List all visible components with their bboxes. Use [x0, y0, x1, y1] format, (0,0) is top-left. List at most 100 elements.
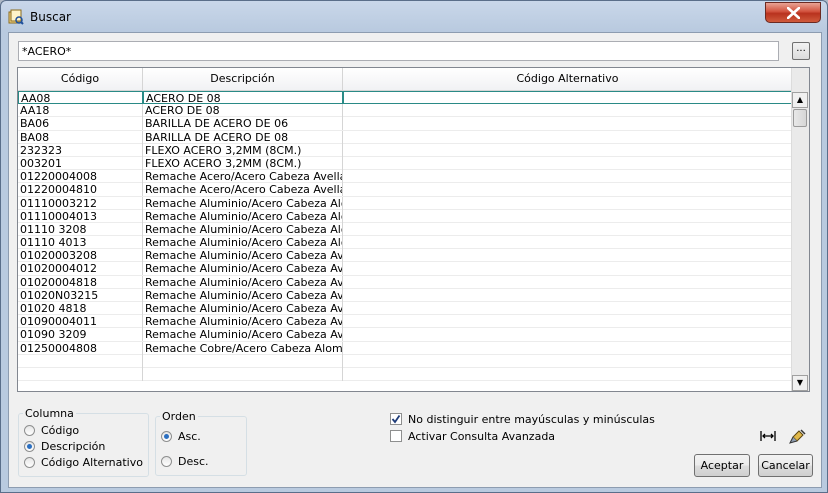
radio-indicator-codigo-alternativo[interactable] — [24, 457, 35, 468]
radio-desc[interactable]: Desc. — [161, 455, 209, 469]
table-row[interactable]: AA18 ACERO DE 08 — [18, 104, 793, 118]
case-insensitive-option[interactable]: No distinguir entre mayúsculas y minúscu… — [390, 413, 655, 427]
table-row[interactable]: 01220004008 Remache Acero/Acero Cabeza Av… — [18, 170, 793, 184]
cell-codigo-alternativo[interactable] — [343, 196, 793, 210]
cell-codigo-alternativo[interactable] — [343, 367, 793, 381]
radio-codigo-alternativo[interactable]: Código Alternativo — [24, 456, 143, 470]
cell-codigo[interactable]: 003201 — [18, 156, 143, 170]
cell-descripcion[interactable]: FLEXO ACERO 3,2MM (8CM.) — [143, 156, 343, 170]
cell-codigo[interactable]: 01110 4013 — [18, 236, 143, 250]
cell-descripcion[interactable]: FLEXO ACERO 3,2MM (8CM.) — [143, 143, 343, 157]
cell-descripcion[interactable]: Remache Cobre/Acero Cabeza Alomada — [143, 341, 343, 355]
cell-codigo-alternativo[interactable] — [343, 315, 793, 329]
cell-descripcion[interactable]: Remache Aluminio/Acero Cabeza Alomad — [143, 236, 343, 250]
table-row[interactable]: 01090 3209 Remache Aluminio/Acero Cabeza … — [18, 328, 793, 342]
cell-codigo[interactable]: AA18 — [18, 104, 143, 118]
cell-descripcion[interactable]: Remache Aluminio/Acero Cabeza Avellan — [143, 262, 343, 276]
cell-descripcion[interactable]: Remache Aluminio/Acero Cabeza Alomad — [143, 222, 343, 236]
table-row[interactable]: 003201 FLEXO ACERO 3,2MM (8CM.) — [18, 156, 793, 171]
table-row[interactable]: 01250004808 Remache Cobre/Acero Cabeza Al… — [18, 341, 793, 355]
header-codigo[interactable]: Código — [18, 68, 143, 90]
cell-codigo-alternativo[interactable] — [343, 117, 793, 131]
radio-asc[interactable]: Asc. — [161, 430, 201, 444]
table-row[interactable]: 01090004011 Remache Aluminio/Acero Cabeza… — [18, 315, 793, 329]
cell-codigo-alternativo[interactable] — [343, 104, 793, 118]
cell-codigo[interactable]: 01020N03215 — [18, 288, 143, 302]
close-button[interactable] — [765, 2, 821, 23]
advanced-query-checkbox[interactable] — [390, 430, 402, 442]
cell-codigo[interactable]: 01110004013 — [18, 209, 143, 223]
cell-codigo-alternativo[interactable] — [343, 143, 793, 157]
cell-codigo[interactable]: 01090004011 — [18, 315, 143, 329]
cell-descripcion[interactable]: Remache Aluminio/Acero Cabeza Alomad — [143, 209, 343, 223]
table-row[interactable]: 01220004810 Remache Acero/Acero Cabeza Av… — [18, 183, 793, 197]
cell-codigo[interactable]: BA08 — [18, 130, 143, 144]
cell-descripcion[interactable]: Remache Aluminio/Acero Cabeza Avellan — [143, 315, 343, 329]
cell-codigo[interactable]: 01220004810 — [18, 183, 143, 197]
cell-codigo-alternativo[interactable] — [343, 328, 793, 342]
cell-codigo[interactable]: 01250004808 — [18, 341, 143, 355]
cell-descripcion[interactable] — [143, 354, 343, 368]
cell-descripcion[interactable]: ACERO DE 08 — [143, 104, 343, 118]
cell-codigo[interactable] — [18, 367, 143, 381]
cell-descripcion[interactable]: Remache Aluminio/Acero Cabeza Avellan — [143, 288, 343, 302]
table-row[interactable]: 01110 4013 Remache Aluminio/Acero Cabeza … — [18, 236, 793, 250]
scroll-up-arrow-icon[interactable]: ▲ — [792, 92, 808, 108]
scroll-thumb[interactable] — [793, 109, 807, 127]
table-row[interactable]: 232323 FLEXO ACERO 3,2MM (8CM.) — [18, 143, 793, 157]
radio-indicator-codigo[interactable] — [24, 425, 35, 436]
table-row[interactable] — [18, 354, 793, 368]
cell-codigo[interactable]: BA06 — [18, 117, 143, 131]
results-grid[interactable]: Código Descripción Código Alternativo AA… — [17, 67, 810, 392]
table-row[interactable]: AA08 ACERO DE 08 — [18, 91, 793, 105]
scroll-down-arrow-icon[interactable]: ▼ — [792, 375, 808, 391]
radio-indicator-asc[interactable] — [161, 431, 172, 442]
case-insensitive-checkbox[interactable] — [390, 413, 402, 425]
cell-codigo-alternativo[interactable] — [343, 288, 793, 302]
cell-codigo[interactable]: 01220004008 — [18, 170, 143, 184]
cell-codigo-alternativo[interactable] — [343, 236, 793, 250]
cell-codigo[interactable]: 01020004012 — [18, 262, 143, 276]
radio-descripcion[interactable]: Descripción — [24, 440, 105, 454]
fit-columns-icon[interactable] — [759, 429, 777, 445]
cell-descripcion[interactable]: Remache Aluminio/Acero Cabeza Avellan — [143, 302, 343, 315]
table-row[interactable]: 01020003208 Remache Aluminio/Acero Cabeza… — [18, 249, 793, 263]
title-bar[interactable]: Buscar — [1, 1, 827, 31]
cell-descripcion[interactable]: Remache Aluminio/Acero Cabeza Alomad — [143, 196, 343, 210]
cell-descripcion[interactable]: ACERO DE 08 — [143, 91, 343, 104]
cell-descripcion[interactable]: Remache Acero/Acero Cabeza Avellanad — [143, 170, 343, 184]
table-row[interactable]: BA06 BARILLA DE ACERO DE 06 — [18, 117, 793, 131]
cell-codigo[interactable]: 01020003208 — [18, 249, 143, 263]
table-row[interactable]: 01020004818 Remache Aluminio/Acero Cabeza… — [18, 275, 793, 289]
cell-codigo-alternativo[interactable] — [343, 302, 793, 315]
cell-codigo[interactable]: 232323 — [18, 143, 143, 157]
table-row[interactable]: 01020N03215 Remache Aluminio/Acero Cabeza… — [18, 288, 793, 302]
cell-descripcion[interactable]: Remache Aluminio/Acero Cabeza Avellan — [143, 249, 343, 263]
cell-codigo-alternativo[interactable] — [343, 130, 793, 144]
cell-codigo-alternativo[interactable] — [343, 275, 793, 289]
radio-indicator-descripcion[interactable] — [24, 441, 35, 452]
cell-codigo[interactable]: AA08 — [18, 91, 143, 104]
cell-descripcion[interactable]: Remache Aluminio/Acero Cabeza Avellan — [143, 328, 343, 342]
cell-codigo[interactable]: 01020004818 — [18, 275, 143, 289]
vertical-scrollbar[interactable]: ▲ ▼ — [791, 68, 809, 391]
browse-button[interactable]: ... — [792, 42, 810, 60]
cell-codigo[interactable]: 01020 4818 — [18, 302, 143, 315]
cell-codigo-alternativo[interactable] — [343, 354, 793, 368]
table-row[interactable]: 01110004013 Remache Aluminio/Acero Cabeza… — [18, 209, 793, 223]
cell-codigo[interactable] — [18, 354, 143, 368]
cell-descripcion[interactable]: BARILLA DE ACERO DE 08 — [143, 130, 343, 144]
advanced-query-option[interactable]: Activar Consulta Avanzada — [390, 430, 555, 444]
cell-codigo-alternativo[interactable] — [343, 222, 793, 236]
cell-codigo-alternativo[interactable] — [343, 249, 793, 263]
cell-codigo-alternativo[interactable] — [343, 183, 793, 197]
cell-codigo[interactable]: 01110003212 — [18, 196, 143, 210]
cell-descripcion[interactable] — [143, 367, 343, 381]
cell-codigo[interactable]: 01110 3208 — [18, 222, 143, 236]
cell-descripcion[interactable]: BARILLA DE ACERO DE 06 — [143, 117, 343, 131]
radio-indicator-desc[interactable] — [161, 456, 172, 467]
header-descripcion[interactable]: Descripción — [143, 68, 343, 90]
cancel-button[interactable]: Cancelar — [758, 454, 813, 477]
cell-codigo-alternativo[interactable] — [343, 170, 793, 184]
cell-codigo-alternativo[interactable] — [343, 209, 793, 223]
